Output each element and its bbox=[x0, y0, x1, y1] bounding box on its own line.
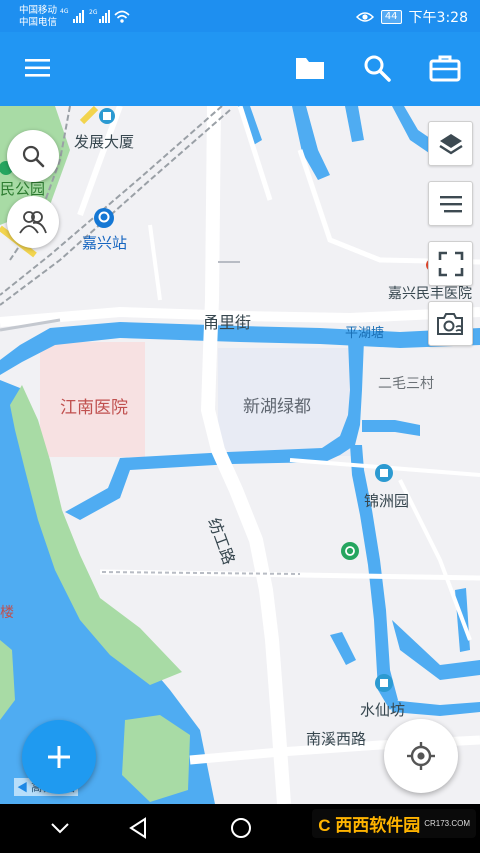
map-label-jiangnan-hospital: 江南医院 bbox=[60, 398, 128, 417]
fullscreen-button[interactable] bbox=[428, 241, 473, 286]
map-label-jiaxing-station: 嘉兴站 bbox=[82, 235, 128, 252]
map-label-ermao: 二毛三村 bbox=[378, 375, 434, 391]
chevron-down-icon[interactable] bbox=[50, 822, 70, 834]
map-label-lou: 楼 bbox=[0, 604, 14, 620]
signal-wifi-icons: 2G bbox=[73, 9, 130, 23]
app-toolbar bbox=[0, 32, 480, 106]
folder-icon bbox=[296, 58, 324, 79]
search-button[interactable] bbox=[357, 48, 397, 88]
fullscreen-icon bbox=[438, 251, 463, 276]
list-button[interactable] bbox=[428, 181, 473, 226]
toolbox-button[interactable] bbox=[425, 48, 465, 88]
map-logo-arrow-icon: ◀ bbox=[17, 782, 28, 794]
eye-icon bbox=[355, 12, 374, 22]
poi-marker-station[interactable] bbox=[94, 208, 114, 228]
team-button[interactable] bbox=[7, 196, 59, 248]
folder-button[interactable] bbox=[290, 48, 330, 88]
locate-button[interactable] bbox=[384, 719, 458, 793]
map-label-yongli-street: 甬里街 bbox=[203, 315, 252, 332]
search-icon bbox=[22, 145, 45, 168]
status-bar: 中国移动 4G 中国电信 2G 44 下午3:28 bbox=[0, 0, 480, 32]
menu-icon bbox=[25, 59, 50, 77]
plus-icon bbox=[48, 746, 70, 768]
layers-button[interactable] bbox=[428, 121, 473, 166]
map-label-xinhu: 新湖绿都 bbox=[243, 397, 311, 416]
site-watermark-logo: C 西西软件园 CR173.COM bbox=[312, 809, 476, 838]
map-label-fazhan: 发展大厦 bbox=[74, 134, 135, 151]
add-button[interactable] bbox=[22, 720, 96, 794]
group-icon bbox=[19, 211, 47, 234]
toolbox-icon bbox=[429, 55, 461, 82]
camera-icon bbox=[436, 312, 463, 335]
carrier-1: 中国移动 4G bbox=[19, 5, 69, 16]
list-icon bbox=[439, 195, 462, 212]
map-canvas bbox=[0, 106, 480, 804]
menu-button[interactable] bbox=[18, 48, 58, 88]
camera-button[interactable] bbox=[428, 301, 473, 346]
map-view[interactable]: 发展大厦 民公园 嘉兴站 甬里街 嘉兴民丰医院 平湖塘 二毛三村 江南医院 新湖… bbox=[0, 106, 480, 804]
svg-text:2G: 2G bbox=[89, 9, 98, 16]
map-label-jiaxing-hospital: 嘉兴民丰医院 bbox=[388, 285, 472, 301]
clock: 下午3:28 bbox=[408, 10, 468, 26]
home-icon[interactable] bbox=[229, 816, 253, 840]
map-label-pinghu-pond: 平湖塘 bbox=[345, 325, 385, 340]
carrier-2: 中国电信 bbox=[19, 17, 58, 28]
map-label-jinzhou: 锦洲园 bbox=[364, 493, 410, 510]
poi-marker-fazhan[interactable] bbox=[99, 108, 115, 124]
back-icon[interactable] bbox=[127, 816, 149, 840]
map-label-shuixianfang: 水仙坊 bbox=[360, 702, 406, 719]
poi-marker-jinzhou[interactable] bbox=[375, 464, 393, 482]
poi-marker-shuixian[interactable] bbox=[375, 674, 393, 692]
poi-marker-green[interactable] bbox=[341, 542, 359, 560]
layers-icon bbox=[438, 133, 463, 154]
map-search-button[interactable] bbox=[7, 130, 59, 182]
battery-indicator: 44 bbox=[380, 10, 402, 24]
search-icon bbox=[364, 55, 391, 82]
crosshair-icon bbox=[407, 742, 435, 770]
map-label-nanxi-road: 南溪西路 bbox=[306, 731, 367, 748]
